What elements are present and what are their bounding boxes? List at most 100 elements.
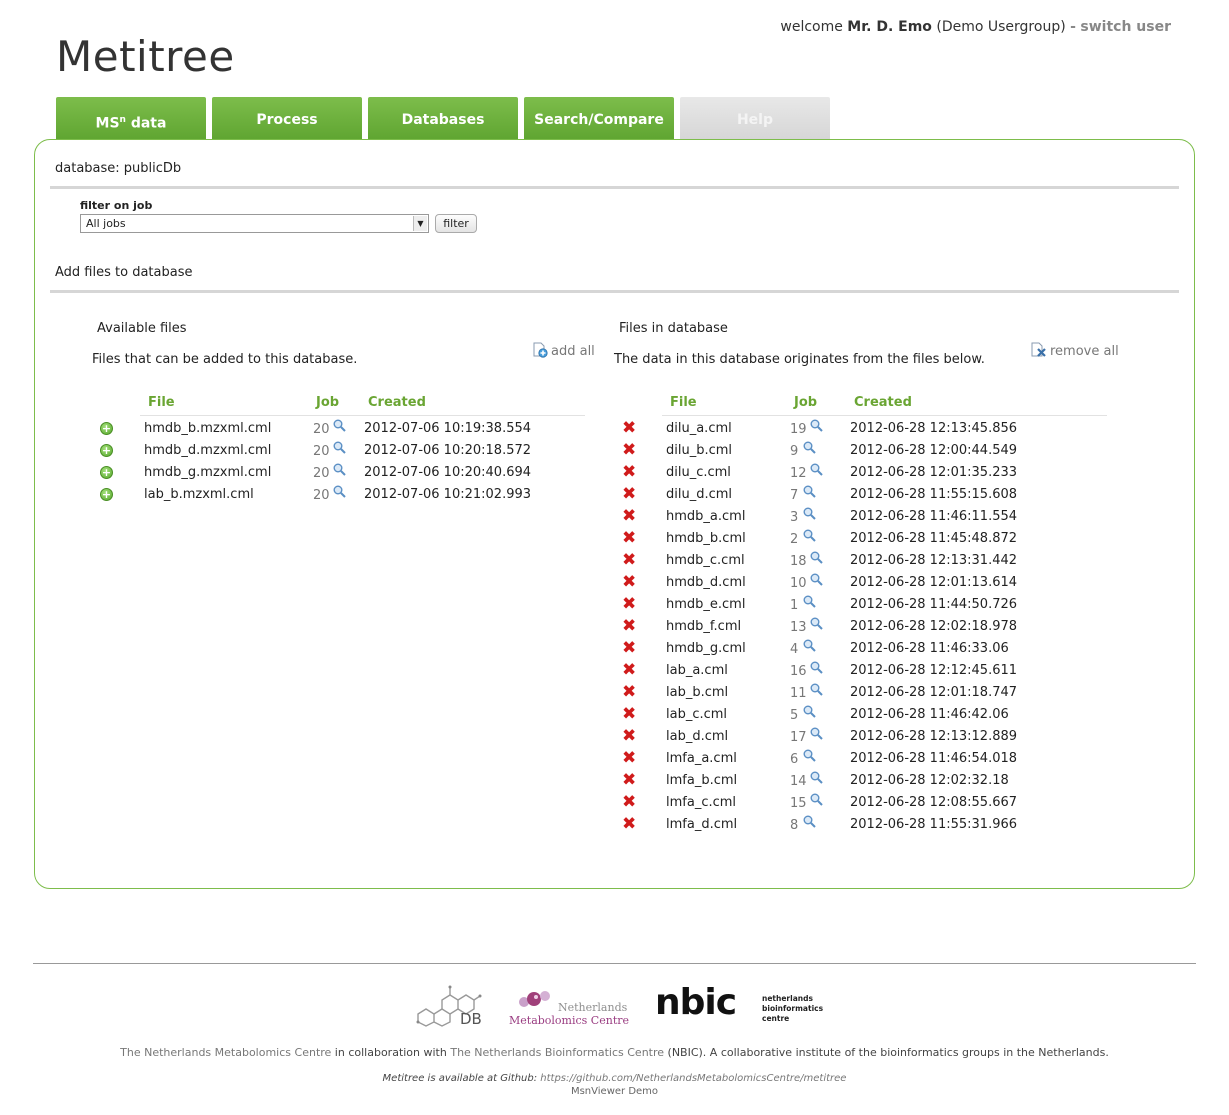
job-number: 20 — [313, 422, 330, 437]
tab-databases[interactable]: Databases — [368, 97, 518, 140]
delete-file-icon[interactable]: ✖ — [622, 442, 636, 459]
created-timestamp: 2012-06-28 12:12:45.611 — [850, 663, 1018, 678]
divider — [50, 290, 1179, 293]
search-icon[interactable] — [810, 683, 823, 696]
search-icon[interactable] — [803, 441, 816, 454]
delete-file-icon[interactable]: ✖ — [622, 772, 636, 789]
nbic-link[interactable]: The Netherlands Bioinformatics Centre — [450, 1046, 664, 1059]
search-icon[interactable] — [803, 705, 816, 718]
credits-end: (NBIC). A collaborative institute of the… — [664, 1046, 1109, 1059]
search-icon[interactable] — [810, 573, 823, 586]
created-timestamp: 2012-07-06 10:19:38.554 — [364, 421, 532, 436]
switch-user-link[interactable]: switch user — [1080, 19, 1171, 35]
filter-button[interactable]: filter — [435, 214, 477, 233]
search-icon[interactable] — [333, 419, 346, 432]
tab-msn-data[interactable]: MSn data — [56, 97, 206, 140]
delete-file-icon[interactable]: ✖ — [622, 728, 636, 745]
delete-file-icon[interactable]: ✖ — [622, 750, 636, 767]
delete-file-icon[interactable]: ✖ — [622, 640, 636, 657]
table-row: ✖ lmfa_c.cml 15 2012-06-28 12:08:55.667 — [622, 794, 1122, 816]
search-icon[interactable] — [803, 749, 816, 762]
file-name: hmdb_g.cml — [666, 641, 746, 656]
search-icon[interactable] — [810, 771, 823, 784]
delete-file-icon[interactable]: ✖ — [622, 552, 636, 569]
search-icon[interactable] — [333, 463, 346, 476]
nbic-sub3: centre — [762, 1014, 790, 1023]
created-timestamp: 2012-06-28 12:02:18.978 — [850, 619, 1018, 634]
delete-file-icon[interactable]: ✖ — [622, 486, 636, 503]
job-number: 15 — [790, 796, 807, 811]
delete-file-icon[interactable]: ✖ — [622, 706, 636, 723]
created-timestamp: 2012-06-28 11:46:33.06 — [850, 641, 1009, 656]
created-timestamp: 2012-06-28 11:46:42.06 — [850, 707, 1009, 722]
search-icon[interactable] — [803, 529, 816, 542]
file-name: hmdb_c.cml — [666, 553, 745, 568]
add-file-icon[interactable]: + — [100, 444, 113, 457]
search-icon[interactable] — [803, 815, 816, 828]
bubbles-logo-icon — [519, 991, 550, 1007]
file-name: hmdb_a.cml — [666, 509, 746, 524]
search-icon[interactable] — [810, 551, 823, 564]
search-icon[interactable] — [810, 617, 823, 630]
nmc-line1: Netherlands — [558, 1001, 628, 1014]
table-row: ✖ dilu_d.cml 7 2012-06-28 11:55:15.608 — [622, 486, 1122, 508]
created-timestamp: 2012-07-06 10:21:02.993 — [364, 487, 532, 502]
add-file-icon[interactable]: + — [100, 466, 113, 479]
file-name: dilu_c.cml — [666, 465, 731, 480]
nmc-logo: Netherlands Metabolomics Centre — [508, 988, 630, 1028]
nmc-link[interactable]: The Netherlands Metabolomics Centre — [120, 1046, 331, 1059]
delete-file-icon[interactable]: ✖ — [622, 794, 636, 811]
search-icon[interactable] — [333, 485, 346, 498]
file-name: dilu_d.cml — [666, 487, 733, 502]
search-icon[interactable] — [803, 485, 816, 498]
table-row: ✖ lab_c.cml 5 2012-06-28 11:46:42.06 — [622, 706, 1122, 728]
tab-search-compare[interactable]: Search/Compare — [524, 97, 674, 140]
search-icon[interactable] — [810, 419, 823, 432]
github-link[interactable]: https://github.com/NetherlandsMetabolomi… — [540, 1073, 846, 1084]
created-timestamp: 2012-06-28 12:13:12.889 — [850, 729, 1018, 744]
user-group: (Demo Usergroup) — [936, 19, 1066, 35]
remove-document-icon — [1031, 342, 1046, 357]
delete-file-icon[interactable]: ✖ — [622, 618, 636, 635]
delete-file-icon[interactable]: ✖ — [622, 662, 636, 679]
job-filter-select[interactable]: All jobs ▼ — [80, 214, 429, 233]
delete-file-icon[interactable]: ✖ — [622, 816, 636, 833]
job-number: 4 — [790, 642, 799, 657]
created-timestamp: 2012-06-28 12:01:13.614 — [850, 575, 1018, 590]
job-number: 19 — [790, 422, 807, 437]
search-icon[interactable] — [803, 507, 816, 520]
add-all-label: add all — [551, 344, 595, 359]
divider — [50, 186, 1179, 189]
tab-process[interactable]: Process — [212, 97, 362, 140]
delete-file-icon[interactable]: ✖ — [622, 420, 636, 437]
app-title: Metitree — [56, 32, 235, 81]
chevron-down-icon: ▼ — [413, 216, 427, 231]
job-number: 12 — [790, 466, 807, 481]
nbic-logo: nbic netherlands bioinformatics centre — [655, 982, 825, 1027]
created-timestamp: 2012-07-06 10:20:18.572 — [364, 443, 532, 458]
search-icon[interactable] — [810, 661, 823, 674]
db-header-file: File — [670, 395, 697, 410]
table-row: + lab_b.mzxml.cml 20 2012-07-06 10:21:02.99… — [100, 485, 600, 508]
delete-file-icon[interactable]: ✖ — [622, 596, 636, 613]
search-icon[interactable] — [333, 441, 346, 454]
job-number: 11 — [790, 686, 807, 701]
delete-file-icon[interactable]: ✖ — [622, 530, 636, 547]
search-icon[interactable] — [810, 727, 823, 740]
delete-file-icon[interactable]: ✖ — [622, 508, 636, 525]
search-icon[interactable] — [803, 595, 816, 608]
delete-file-icon[interactable]: ✖ — [622, 684, 636, 701]
created-timestamp: 2012-06-28 12:13:45.856 — [850, 421, 1018, 436]
github-line: Metitree is available at Github: https:/… — [0, 1073, 1229, 1084]
delete-file-icon[interactable]: ✖ — [622, 464, 636, 481]
add-file-icon[interactable]: + — [100, 422, 113, 435]
job-number: 9 — [790, 444, 799, 459]
search-icon[interactable] — [810, 463, 823, 476]
delete-file-icon[interactable]: ✖ — [622, 574, 636, 591]
search-icon[interactable] — [810, 793, 823, 806]
add-document-icon — [533, 342, 548, 358]
add-file-icon[interactable]: + — [100, 488, 113, 501]
search-icon[interactable] — [803, 639, 816, 652]
file-name: hmdb_d.mzxml.cml — [144, 443, 272, 458]
available-header-created: Created — [368, 395, 426, 410]
